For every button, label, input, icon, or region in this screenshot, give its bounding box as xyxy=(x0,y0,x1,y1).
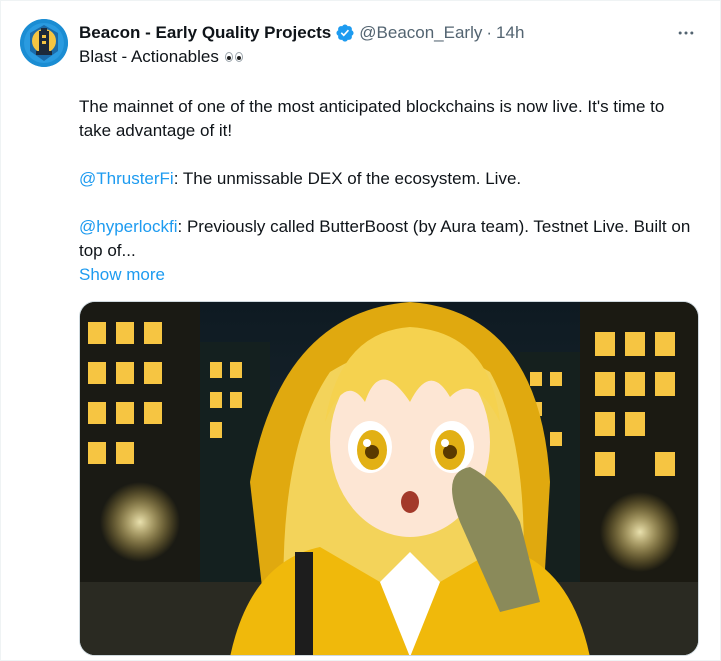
paragraph-2: @ThrusterFi: The unmissable DEX of the e… xyxy=(79,167,699,191)
subtitle-text: Blast - Actionables xyxy=(79,47,219,66)
tweet-card[interactable]: Beacon - Early Quality Projects @Beacon_… xyxy=(0,0,721,661)
paragraph-2-text: : The unmissable DEX of the ecosystem. L… xyxy=(173,169,522,188)
beacon-logo-icon xyxy=(20,19,68,67)
anime-girl-illustration xyxy=(80,302,698,655)
separator-dot: · xyxy=(486,23,493,42)
tweet-subtitle: Blast - Actionables xyxy=(79,47,243,67)
user-handle[interactable]: @Beacon_Early xyxy=(359,23,482,43)
tweet-media-image[interactable] xyxy=(79,301,699,656)
paragraph-1: The mainnet of one of the most anticipat… xyxy=(79,97,665,140)
more-options-icon xyxy=(678,31,694,35)
verified-badge-icon xyxy=(335,23,355,43)
eyes-emoji-icon xyxy=(224,52,243,62)
mention-link-hyperlockfi[interactable]: @hyperlockfi xyxy=(79,217,178,236)
mention-link-thrusterfi[interactable]: @ThrusterFi xyxy=(79,169,174,188)
more-options-button[interactable] xyxy=(674,21,698,45)
tweet-text: The mainnet of one of the most anticipat… xyxy=(79,95,699,287)
tweet-header: Beacon - Early Quality Projects @Beacon_… xyxy=(79,21,524,45)
timestamp[interactable]: 14h xyxy=(496,23,524,43)
show-more-link[interactable]: Show more xyxy=(79,263,165,287)
display-name[interactable]: Beacon - Early Quality Projects xyxy=(79,23,331,43)
avatar[interactable] xyxy=(20,19,68,67)
paragraph-3: @hyperlockfi: Previously called ButterBo… xyxy=(79,215,699,263)
